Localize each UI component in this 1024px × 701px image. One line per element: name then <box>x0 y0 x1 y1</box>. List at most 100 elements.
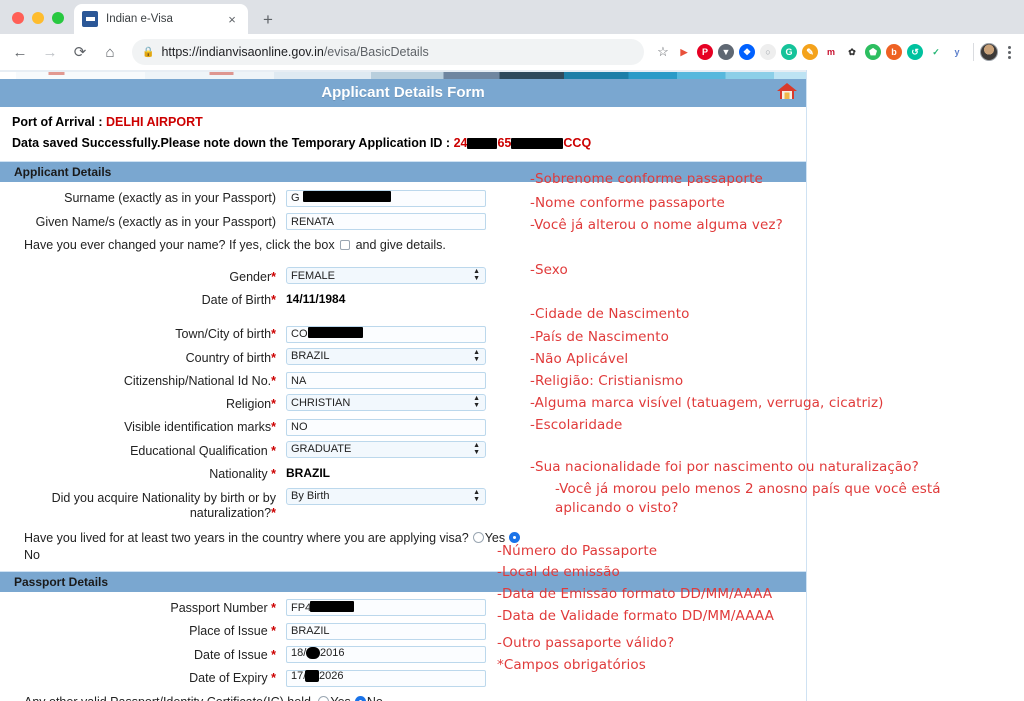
gender-selected-value: FEMALE <box>291 269 336 282</box>
evernote-icon[interactable]: ⬟ <box>865 44 881 60</box>
surname-label: Surname (exactly as in your Passport) <box>64 191 276 205</box>
url-path: /evisa/BasicDetails <box>323 45 429 59</box>
date-issue-field-wrap: 18/ 2016 <box>286 645 486 663</box>
field-row-acquire-nationality: Did you acquire Nationality by birth or … <box>0 487 806 521</box>
other-passport-yes-radio[interactable] <box>318 695 330 701</box>
place-issue-input[interactable] <box>286 622 486 640</box>
lived-no-label: No <box>24 547 40 562</box>
page-viewport: Applicant Details Form Port of Arrival :… <box>0 70 1024 701</box>
religion-selected-value: CHRISTIAN <box>291 396 351 409</box>
field-row-nationality: Nationality * BRAZIL <box>0 464 806 482</box>
browser-toolbar: ← → ⟳ ⌂ 🔒 https://indianvisaonline.gov.i… <box>0 34 1024 70</box>
evernote-web-clipper-icon[interactable]: ✎ <box>802 44 818 60</box>
page-title-text: Applicant Details Form <box>321 84 485 101</box>
home-icon-svg <box>777 82 797 99</box>
refresh-icon[interactable]: ↺ <box>907 44 923 60</box>
passport-number-label: Passport Number * <box>170 600 276 615</box>
other-passport-text: Any other valid Passport/Identity Certif… <box>24 695 314 701</box>
pinterest-icon[interactable]: P <box>697 44 713 60</box>
lived-two-years-row: Have you lived for at least two years in… <box>0 526 806 565</box>
religion-field-wrap: CHRISTIAN ▲ ▼ <box>286 394 486 411</box>
redaction-bar <box>306 646 320 659</box>
date-expiry-value-b: 2026 <box>319 670 344 682</box>
lived-two-years-text: Have you lived for at least two years in… <box>24 530 469 545</box>
field-row-place-issue: Place of Issue * <box>0 621 806 640</box>
grammarly-icon[interactable]: G <box>781 44 797 60</box>
lived-yes-label: Yes <box>484 530 506 545</box>
chevron-updown-icon: ▲ ▼ <box>473 488 480 503</box>
nationality-value: BRAZIL <box>286 465 330 480</box>
toolbar-divider <box>973 43 974 61</box>
kebab-menu-icon[interactable] <box>1000 45 1018 59</box>
mendeley-icon[interactable]: m <box>823 44 839 60</box>
chevron-updown-icon: ▲ ▼ <box>473 441 480 456</box>
education-selected-value: GRADUATE <box>291 443 352 455</box>
redaction-bar <box>511 138 564 150</box>
education-select[interactable]: GRADUATE ▲ ▼ <box>286 440 486 458</box>
field-row-gender: Gender* FEMALE ▲ ▼ <box>0 267 806 285</box>
pocket-icon[interactable]: ▼ <box>718 44 734 60</box>
citizenship-input[interactable] <box>286 372 486 389</box>
acquire-nationality-field-wrap: By Birth ▲ ▼ <box>286 487 486 505</box>
temp-id-part2: 65 <box>497 136 512 150</box>
citizenship-label: Citizenship/National Id No.* <box>123 373 276 388</box>
chevron-updown-icon: ▲ ▼ <box>473 395 480 409</box>
marks-field-wrap <box>286 417 486 436</box>
applicant-details-body: Surname (exactly as in your Passport) Gi… <box>0 182 806 565</box>
extensions-bar: ▶ P ▼ ❖ ○ G ✎ m ✿ ⬟ b ↺ ✓ у <box>676 44 967 60</box>
check-diamond-icon[interactable]: ✓ <box>928 44 944 60</box>
redaction-bar <box>303 191 391 202</box>
forward-button[interactable]: → <box>36 38 64 66</box>
close-window-button[interactable] <box>12 12 24 24</box>
given-name-input[interactable] <box>286 213 486 230</box>
lived-no-radio[interactable] <box>509 531 521 543</box>
date-expiry-field-wrap: 17/ 2026 <box>286 668 486 687</box>
home-icon[interactable] <box>774 80 800 102</box>
surname-field-wrap <box>286 188 486 207</box>
site-banner-image <box>0 70 806 79</box>
name-change-text-b: and give details. <box>355 238 446 252</box>
other-passport-yes-label: Yes <box>330 695 350 701</box>
section-header-passport: Passport Details <box>0 570 806 592</box>
field-row-town: Town/City of birth* <box>0 324 806 343</box>
acquire-nationality-select[interactable]: By Birth ▲ ▼ <box>286 487 486 505</box>
bookmark-star-icon[interactable]: ☆ <box>652 41 674 63</box>
avatar[interactable] <box>980 43 998 61</box>
gender-field-wrap: FEMALE ▲ ▼ <box>286 267 486 284</box>
new-tab-button[interactable]: + <box>254 5 282 33</box>
bitly-icon[interactable]: b <box>886 44 902 60</box>
other-passport-no-label: No <box>367 695 383 701</box>
maximize-window-button[interactable] <box>52 12 64 24</box>
date-expiry-label: Date of Expiry * <box>189 671 276 685</box>
extension-icon-play[interactable]: ▶ <box>676 44 692 60</box>
name-change-checkbox[interactable] <box>340 240 351 250</box>
given-name-label: Given Name/s (exactly as in your Passpor… <box>35 214 276 229</box>
minimize-window-button[interactable] <box>32 12 44 24</box>
field-row-country-birth: Country of birth* BRAZIL ▲ ▼ <box>0 347 806 366</box>
browser-tab[interactable]: Indian e-Visa × <box>74 4 248 34</box>
temp-id-part1: 24 <box>453 136 468 150</box>
home-button[interactable]: ⌂ <box>96 38 124 66</box>
circle-icon[interactable]: ○ <box>760 44 776 60</box>
religion-label: Religion* <box>225 397 276 411</box>
gender-select[interactable]: FEMALE ▲ ▼ <box>286 267 486 284</box>
country-birth-select[interactable]: BRAZIL ▲ ▼ <box>286 347 486 365</box>
yandex-icon[interactable]: у <box>949 44 965 60</box>
dropbox-icon[interactable]: ❖ <box>739 44 755 60</box>
section-header-applicant: Applicant Details <box>0 161 806 182</box>
address-bar[interactable]: 🔒 https://indianvisaonline.gov.in/evisa/… <box>132 39 644 65</box>
place-issue-label: Place of Issue * <box>189 624 276 638</box>
saved-message-text: Data saved Successfully.Please note down… <box>12 136 451 150</box>
close-tab-icon[interactable]: × <box>224 11 240 27</box>
kami-icon[interactable]: ✿ <box>844 44 860 60</box>
other-passport-no-radio[interactable] <box>354 695 366 701</box>
town-label: Town/City of birth* <box>175 327 276 341</box>
religion-select[interactable]: CHRISTIAN ▲ ▼ <box>286 394 486 411</box>
date-expiry-value-a: 17/ <box>291 670 307 682</box>
marks-input[interactable] <box>286 418 486 436</box>
window-controls <box>8 12 74 34</box>
lived-yes-radio[interactable] <box>472 531 484 543</box>
reload-button[interactable]: ⟳ <box>66 38 94 66</box>
back-button[interactable]: ← <box>6 38 34 66</box>
date-issue-label: Date of Issue * <box>194 647 276 662</box>
